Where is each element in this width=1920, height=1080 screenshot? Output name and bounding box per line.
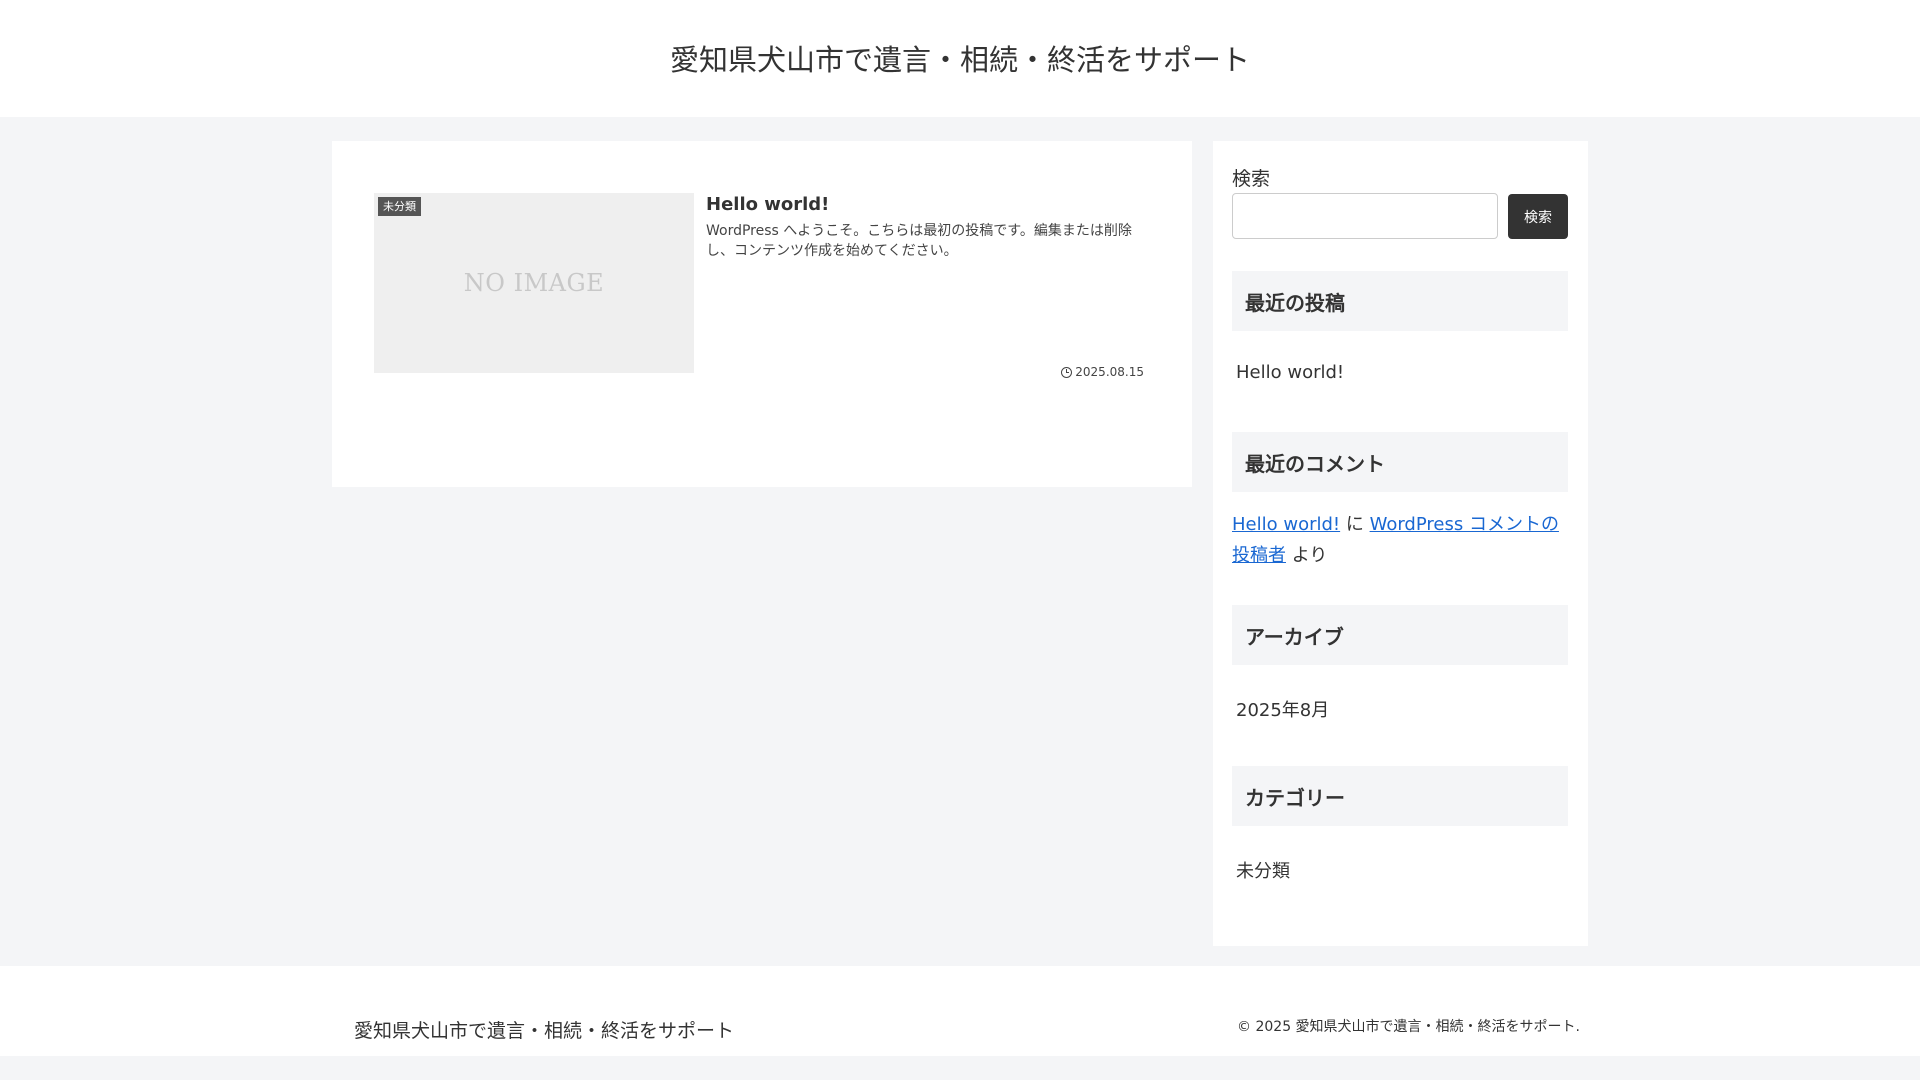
archive-link[interactable]: 2025年8月 xyxy=(1236,696,1329,722)
post-title: Hello world! xyxy=(706,194,830,215)
post-thumbnail: NO IMAGE 未分類 xyxy=(374,193,694,373)
comment-connector: に xyxy=(1340,514,1370,535)
main-content: NO IMAGE 未分類 Hello world! WordPress へようこ… xyxy=(332,141,1192,487)
post-date: 2025.08.15 xyxy=(1061,365,1144,379)
post-snippet: WordPress へようこそ。こちらは最初の投稿です。編集または削除し、コンテ… xyxy=(706,223,1132,259)
categories-heading: カテゴリー xyxy=(1232,766,1568,826)
recent-post-link[interactable]: Hello world! xyxy=(1236,362,1344,383)
archives-heading: アーカイブ xyxy=(1232,605,1568,665)
comment-suffix: より xyxy=(1286,545,1328,566)
post-card[interactable]: NO IMAGE 未分類 Hello world! WordPress へようこ… xyxy=(374,193,1154,379)
site-header: 愛知県犬山市で遺言・相続・終活をサポート xyxy=(0,0,1920,117)
sidebar: 検索 検索 最近の投稿 Hello world! 最近のコメント Hello w… xyxy=(1213,141,1588,946)
post-date-text: 2025.08.15 xyxy=(1075,365,1144,379)
comment-post-link[interactable]: Hello world! xyxy=(1232,514,1340,535)
category-badge: 未分類 xyxy=(378,197,421,217)
footer-copyright: © 2025 愛知県犬山市で遺言・相続・終活をサポート. xyxy=(1237,1019,1580,1035)
search-button[interactable]: 検索 xyxy=(1508,194,1568,239)
clock-icon xyxy=(1061,366,1073,378)
recent-comments-heading: 最近のコメント xyxy=(1232,432,1568,492)
category-link[interactable]: 未分類 xyxy=(1236,857,1290,883)
site-footer: 愛知県犬山市で遺言・相続・終活をサポート © 2025 愛知県犬山市で遺言・相続… xyxy=(0,966,1920,1056)
no-image-placeholder: NO IMAGE xyxy=(463,269,605,297)
site-title-link[interactable]: 愛知県犬山市で遺言・相続・終活をサポート xyxy=(670,37,1250,79)
search-input[interactable] xyxy=(1232,193,1498,239)
search-label: 検索 xyxy=(1232,168,1271,190)
footer-site-title-link[interactable]: 愛知県犬山市で遺言・相続・終活をサポート xyxy=(354,1016,734,1043)
recent-comment: Hello world! に WordPress コメントの投稿者 より xyxy=(1232,509,1568,571)
recent-posts-heading: 最近の投稿 xyxy=(1232,271,1568,331)
